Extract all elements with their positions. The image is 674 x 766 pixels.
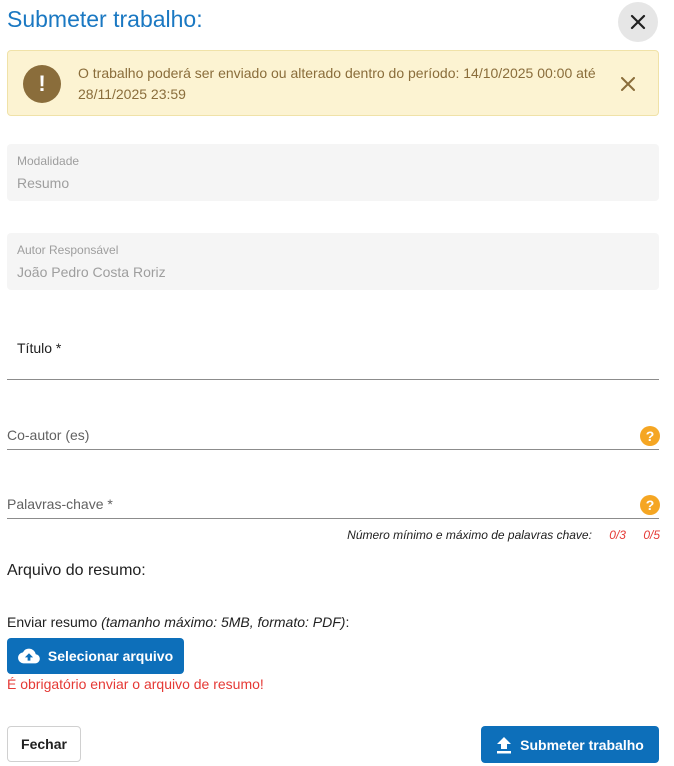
select-file-button[interactable]: Selecionar arquivo xyxy=(7,638,184,674)
upload-desc-suffix: : xyxy=(345,614,350,630)
submit-label: Submeter trabalho xyxy=(520,736,644,753)
cloud-upload-icon xyxy=(17,648,40,664)
keywords-min-count: 0/3 xyxy=(609,528,626,542)
titulo-input[interactable]: Título * xyxy=(7,320,659,380)
modalidade-label: Modalidade xyxy=(17,154,80,168)
alert-message: O trabalho poderá ser enviado ou alterad… xyxy=(78,65,596,102)
fechar-label: Fechar xyxy=(21,736,67,752)
upload-icon xyxy=(497,736,512,753)
period-alert: ! O trabalho poderá ser enviado ou alter… xyxy=(7,50,659,116)
autor-label: Autor Responsável xyxy=(17,243,119,257)
close-icon xyxy=(621,77,635,91)
dialog-title: Submeter trabalho: xyxy=(7,6,203,32)
close-icon xyxy=(630,14,646,30)
modalidade-value: Resumo xyxy=(17,175,70,191)
exclamation-icon: ! xyxy=(23,65,61,103)
question-icon[interactable]: ? xyxy=(640,495,660,515)
upload-error-message: É obrigatório enviar o arquivo de resumo… xyxy=(7,676,264,692)
fechar-button[interactable]: Fechar xyxy=(7,726,81,762)
dialog-close-button[interactable] xyxy=(618,2,658,42)
alert-dismiss-button[interactable] xyxy=(616,72,640,96)
coautor-input[interactable]: Co-autor (es) xyxy=(7,412,659,450)
question-icon[interactable]: ? xyxy=(640,426,660,446)
upload-description: Enviar resumo (tamanho máximo: 5MB, form… xyxy=(7,614,349,630)
autor-field: Autor Responsável João Pedro Costa Roriz xyxy=(7,233,659,290)
keywords-hint: Número mínimo e máximo de palavras chave… xyxy=(330,528,660,542)
submit-button[interactable]: Submeter trabalho xyxy=(481,726,659,763)
coautor-label: Co-autor (es) xyxy=(7,427,90,443)
select-file-label: Selecionar arquivo xyxy=(47,648,174,664)
palavras-chave-label: Palavras-chave * xyxy=(7,496,113,512)
autor-value: João Pedro Costa Roriz xyxy=(17,264,166,280)
upload-desc-detail: (tamanho máximo: 5MB, formato: PDF) xyxy=(101,614,346,630)
keywords-hint-text: Número mínimo e máximo de palavras chave… xyxy=(347,528,592,542)
palavras-chave-input[interactable]: Palavras-chave * xyxy=(7,480,659,519)
upload-desc-prefix: Enviar resumo xyxy=(7,614,102,630)
upload-section-title: Arquivo do resumo: xyxy=(7,562,146,579)
titulo-label: Título * xyxy=(17,340,62,356)
keywords-max-count: 0/5 xyxy=(643,528,660,542)
modalidade-field: Modalidade Resumo xyxy=(7,144,659,201)
